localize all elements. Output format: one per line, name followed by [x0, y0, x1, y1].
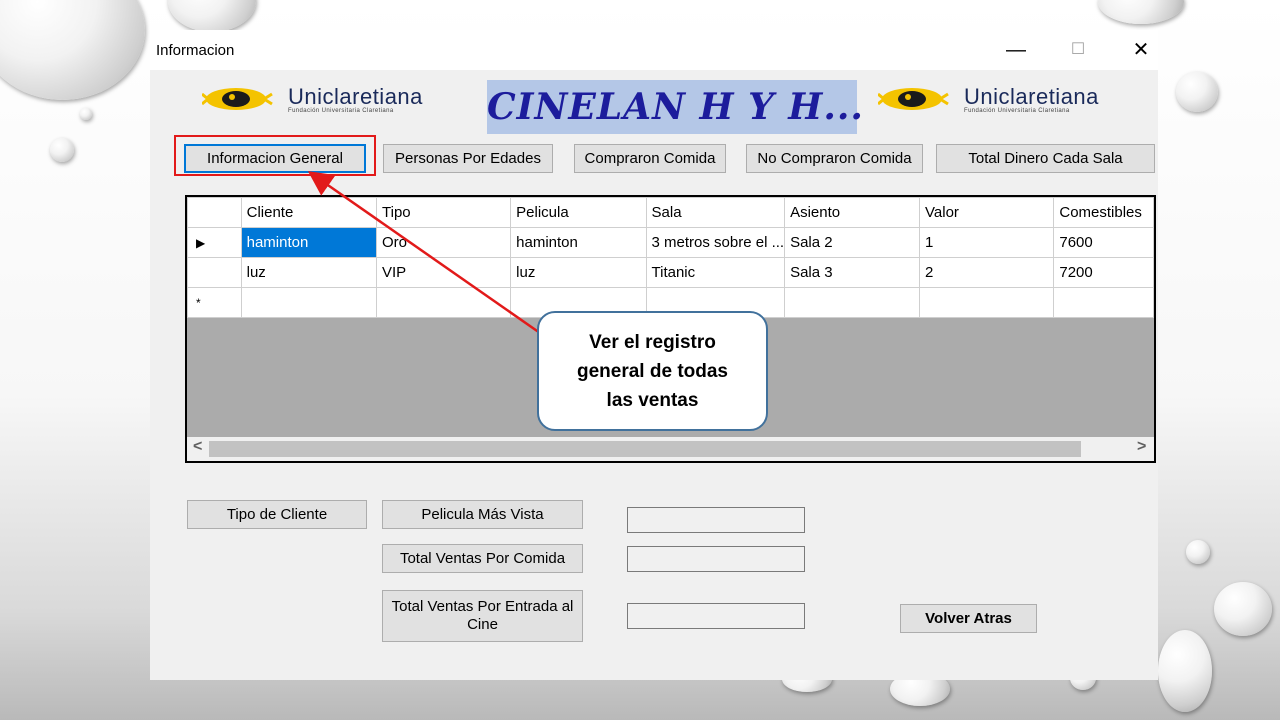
table-row[interactable]: ▶ haminton Oro haminton 3 metros sobre e…: [187, 227, 1154, 258]
column-header-tipo[interactable]: Tipo: [375, 197, 512, 228]
callout-line: las ventas: [606, 389, 699, 411]
scrollbar-thumb[interactable]: [209, 441, 1081, 457]
column-header-asiento[interactable]: Asiento: [784, 197, 921, 228]
callout-text: Ver el registro general de todas las ven…: [577, 328, 728, 415]
personas-por-edades-button[interactable]: Personas Por Edades: [383, 144, 553, 173]
total-ventas-entrada-button[interactable]: Total Ventas Por Entrada al Cine: [382, 590, 583, 642]
cinema-title-banner: CINELAN H Y H...: [487, 80, 863, 134]
logo-sub-text: Fundación Universitaria Claretiana: [288, 108, 394, 114]
column-header-pelicula[interactable]: Pelicula: [510, 197, 647, 228]
no-compraron-comida-button[interactable]: No Compraron Comida: [746, 144, 923, 173]
sales-table: Cliente Tipo Pelicula Sala Asiento Valor…: [187, 197, 1154, 318]
scroll-left-arrow-icon[interactable]: <: [193, 438, 202, 456]
scroll-right-arrow-icon[interactable]: >: [1137, 438, 1146, 456]
water-droplet: [1098, 0, 1184, 24]
column-header-valor[interactable]: Valor: [919, 197, 1055, 228]
logo-brand-text: Uniclaretiana: [288, 84, 423, 109]
logo-sub-text: Fundación Universitaria Claretiana: [964, 108, 1070, 114]
tipo-de-cliente-button[interactable]: Tipo de Cliente: [187, 500, 367, 529]
table-cell[interactable]: Titanic: [645, 257, 786, 288]
pelicula-mas-vista-button[interactable]: Pelicula Más Vista: [382, 500, 583, 529]
title-bar: Informacion — ☐ ✕: [150, 30, 1158, 70]
table-cell[interactable]: [240, 287, 378, 318]
row-header-corner: [187, 197, 242, 228]
current-row-marker[interactable]: ▶: [187, 227, 242, 258]
table-cell[interactable]: 3 metros sobre el ...: [645, 227, 786, 258]
uniclaretiana-logo-right: Uniclaretiana Fundación Universitaria Cl…: [878, 78, 1150, 122]
water-droplet: [50, 138, 74, 162]
total-ventas-comida-output[interactable]: [627, 546, 805, 572]
water-droplet: [168, 0, 256, 32]
compraron-comida-button[interactable]: Compraron Comida: [574, 144, 726, 173]
water-droplet: [1186, 540, 1210, 564]
column-header-comestibles[interactable]: Comestibles: [1053, 197, 1154, 228]
table-cell[interactable]: luz: [240, 257, 378, 288]
table-cell[interactable]: luz: [510, 257, 647, 288]
table-cell[interactable]: VIP: [375, 257, 512, 288]
water-droplet: [1214, 582, 1272, 636]
maximize-button[interactable]: ☐: [1058, 36, 1098, 64]
new-row-marker[interactable]: *: [187, 287, 242, 318]
row-header[interactable]: [187, 257, 242, 288]
uniclaretiana-logo-left: Uniclaretiana Fundación Universitaria Cl…: [202, 78, 472, 122]
table-header-row: Cliente Tipo Pelicula Sala Asiento Valor…: [187, 197, 1154, 228]
minimize-button[interactable]: —: [996, 36, 1036, 64]
table-cell[interactable]: Sala 2: [784, 227, 921, 258]
water-droplet: [1176, 72, 1218, 112]
water-droplet: [0, 0, 145, 100]
table-cell[interactable]: [375, 287, 512, 318]
pelicula-mas-vista-output[interactable]: [627, 507, 805, 533]
callout-line: general de todas: [577, 360, 728, 382]
table-cell[interactable]: [919, 287, 1055, 318]
table-cell[interactable]: [784, 287, 921, 318]
table-cell[interactable]: 7200: [1053, 257, 1154, 288]
table-cell[interactable]: 2: [919, 257, 1055, 288]
close-button[interactable]: ✕: [1121, 36, 1161, 64]
callout-bubble: Ver el registro general de todas las ven…: [537, 311, 768, 431]
column-header-sala[interactable]: Sala: [645, 197, 786, 228]
table-cell[interactable]: Oro: [375, 227, 512, 258]
table-cell[interactable]: haminton: [240, 227, 378, 258]
table-cell[interactable]: Sala 3: [784, 257, 921, 288]
callout-line: Ver el registro: [589, 331, 716, 353]
table-cell[interactable]: 1: [919, 227, 1055, 258]
table-cell[interactable]: [1053, 287, 1154, 318]
volver-atras-button[interactable]: Volver Atras: [900, 604, 1037, 633]
table-cell[interactable]: 7600: [1053, 227, 1154, 258]
sun-emblem-icon: [202, 88, 273, 110]
column-header-cliente[interactable]: Cliente: [240, 197, 378, 228]
table-row[interactable]: luz VIP luz Titanic Sala 3 2 7200: [187, 257, 1154, 288]
logo-brand-text: Uniclaretiana: [964, 84, 1099, 109]
total-dinero-cada-sala-button[interactable]: Total Dinero Cada Sala: [936, 144, 1155, 173]
sun-emblem-icon: [878, 88, 949, 110]
table-cell[interactable]: haminton: [510, 227, 647, 258]
water-droplet: [1158, 630, 1212, 712]
total-ventas-comida-button[interactable]: Total Ventas Por Comida: [382, 544, 583, 573]
window-title: Informacion: [156, 42, 235, 59]
water-droplet: [80, 108, 92, 120]
total-ventas-entrada-output[interactable]: [627, 603, 805, 629]
horizontal-scrollbar[interactable]: < >: [187, 437, 1154, 461]
highlight-rectangle: [174, 135, 376, 176]
